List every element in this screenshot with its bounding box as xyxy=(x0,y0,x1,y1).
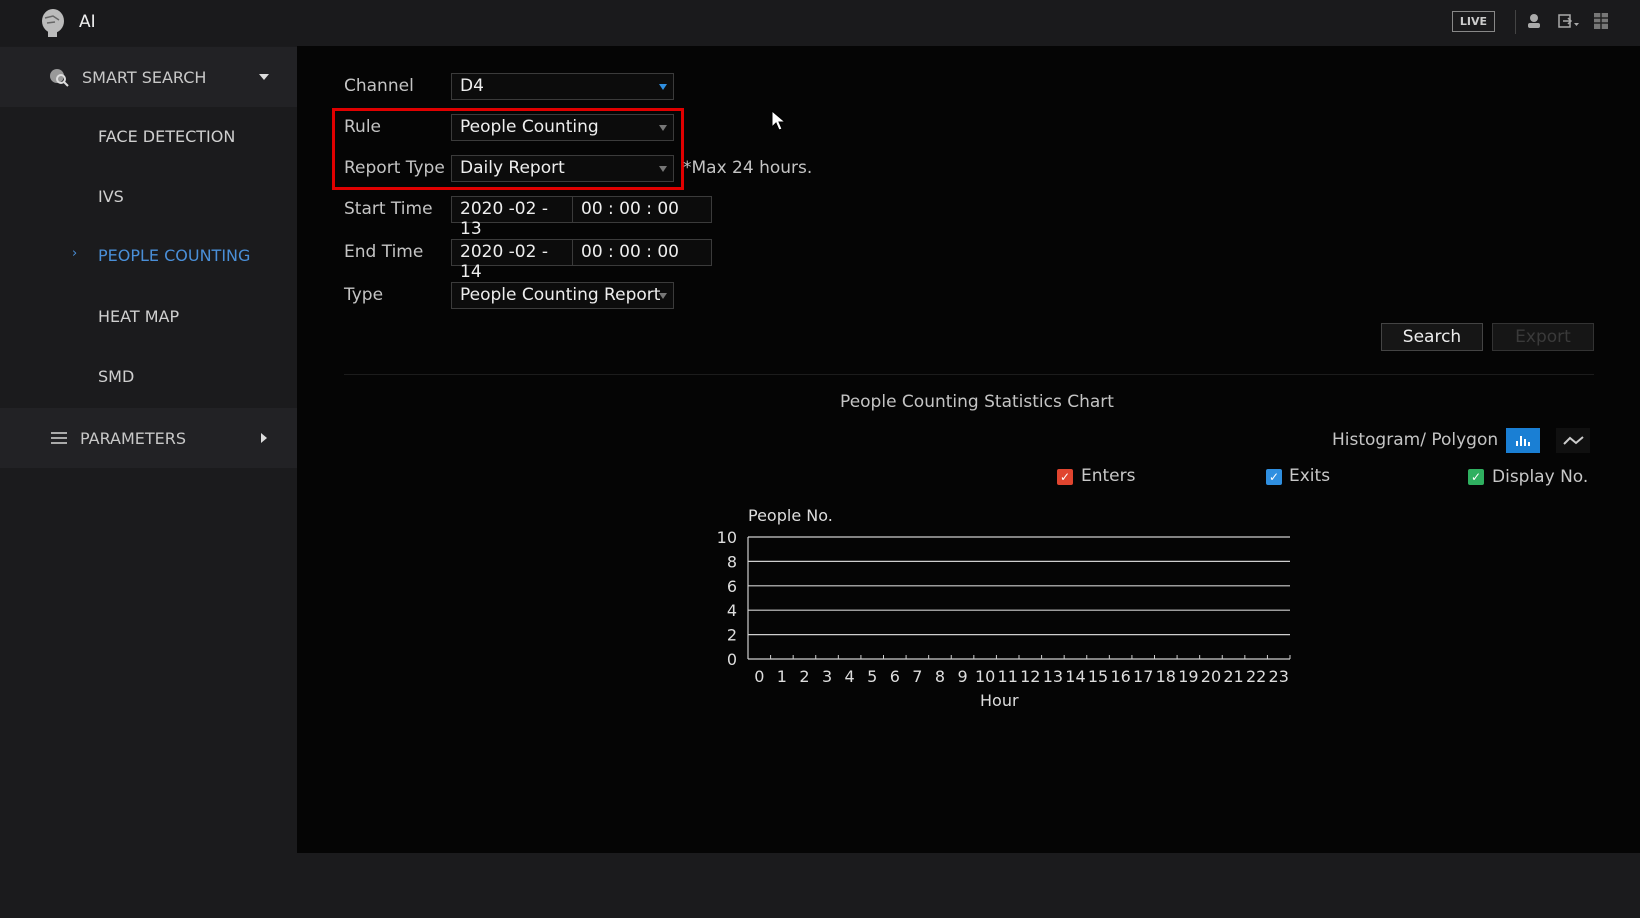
x-tick-label: 12 xyxy=(1020,667,1040,686)
x-tick-label: 10 xyxy=(975,667,995,686)
x-tick-label: 11 xyxy=(998,667,1018,686)
x-tick-label: 14 xyxy=(1065,667,1085,686)
x-tick-label: 20 xyxy=(1201,667,1221,686)
x-tick-label: 13 xyxy=(1043,667,1063,686)
x-tick-label: 2 xyxy=(799,667,809,686)
people-counting-chart: 02468100 1 2 3 4 5 6 7 8 9 10 11 12 13 14 15 16 17 18 19 20 2… xyxy=(717,528,1291,686)
y-tick-label: 4 xyxy=(727,601,737,620)
x-tick-label: 21 xyxy=(1223,667,1243,686)
x-tick-label: 1 xyxy=(777,667,787,686)
x-tick-label: 15 xyxy=(1088,667,1108,686)
y-tick-label: 8 xyxy=(727,552,737,571)
x-tick-label: 7 xyxy=(912,667,922,686)
y-tick-label: 6 xyxy=(727,577,737,596)
x-tick-label: 19 xyxy=(1178,667,1198,686)
mouse-cursor-icon xyxy=(771,110,787,131)
x-tick-label: 3 xyxy=(822,667,832,686)
x-tick-label: 23 xyxy=(1269,667,1289,686)
x-tick-label: 9 xyxy=(957,667,967,686)
bottom-bar xyxy=(297,853,1640,918)
x-tick-label: 18 xyxy=(1156,667,1176,686)
x-tick-label: 22 xyxy=(1246,667,1266,686)
x-tick-label: 8 xyxy=(935,667,945,686)
y-tick-label: 10 xyxy=(717,528,737,547)
x-tick-label: 6 xyxy=(890,667,900,686)
x-tick-label: 5 xyxy=(867,667,877,686)
x-tick-label: 4 xyxy=(845,667,855,686)
x-tick-label: 16 xyxy=(1110,667,1130,686)
x-tick-label: 17 xyxy=(1133,667,1153,686)
x-tick-label: 0 xyxy=(754,667,764,686)
y-tick-label: 0 xyxy=(727,650,737,669)
y-tick-label: 2 xyxy=(727,626,737,645)
